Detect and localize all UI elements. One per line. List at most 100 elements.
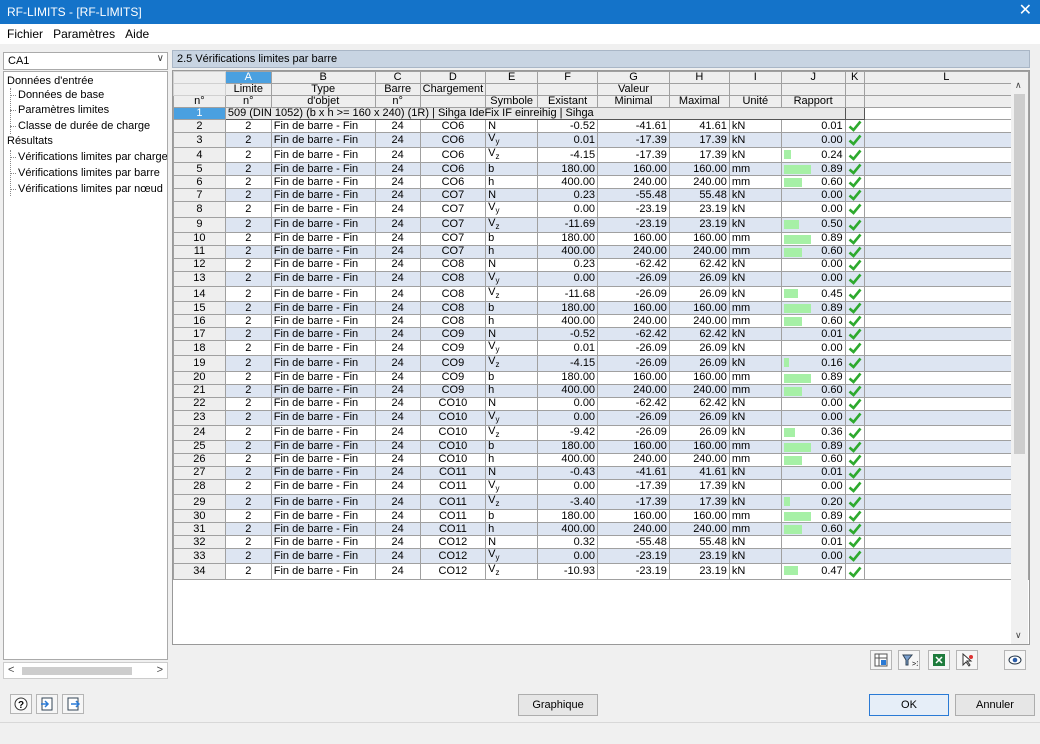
table-row[interactable]: 2 2 Fin de barre - Fin 24 CO6 N -0.52 -41.61 41.…: [173, 119, 1029, 133]
symbol: Vy: [485, 548, 539, 565]
column-letter[interactable]: J: [780, 71, 846, 84]
table-row[interactable]: 25 2 Fin de barre - Fin 24 CO10 b 180.00 160.00…: [173, 439, 1029, 454]
symbol-base: V: [488, 548, 496, 561]
table-row[interactable]: 8 2 Fin de barre - Fin 24 CO7 Vy 0.00 -23.19 23.…: [173, 201, 1029, 218]
table-row[interactable]: 34 2 Fin de barre - Fin 24 CO12 Vz -10.93 -23.1…: [173, 563, 1029, 580]
tree-item-donnees-de-base[interactable]: Données de base: [10, 89, 104, 101]
results-table[interactable]: A B C D E F G H I J K L Limite Type Barre Chargement Val…: [173, 71, 1029, 580]
table-row[interactable]: 33 2 Fin de barre - Fin 24 CO12 Vy 0.00 -23.19 2…: [173, 548, 1029, 565]
table-row[interactable]: 3 2 Fin de barre - Fin 24 CO6 Vy 0.01 -17.39 17.…: [173, 131, 1029, 149]
header-cell: [173, 83, 226, 96]
results-grid[interactable]: A B C D E F G H I J K L Limite Type Barre Chargement Val…: [172, 70, 1030, 645]
column-letter[interactable]: C: [374, 71, 421, 84]
empty-cell: [863, 201, 1029, 218]
table-row[interactable]: 19 2 Fin de barre - Fin 24 CO9 Vz -4.15 -26.09 2…: [173, 355, 1029, 372]
table-row[interactable]: 10 2 Fin de barre - Fin 24 CO7 b 180.00 160.00 1…: [173, 231, 1029, 246]
header-cell: Chargement: [419, 83, 487, 96]
limit-number: 2: [224, 147, 272, 164]
column-letter[interactable]: A: [224, 71, 272, 84]
status-check: [844, 548, 865, 565]
header-cell: [537, 83, 599, 96]
column-letter[interactable]: G: [597, 71, 670, 84]
scroll-left-icon[interactable]: <: [8, 664, 14, 676]
tree-item-verif-barre[interactable]: Vérifications limites par barre: [10, 167, 160, 179]
ok-button[interactable]: OK: [869, 694, 949, 716]
row-number[interactable]: 1: [173, 107, 226, 120]
tree-item-classe-duree[interactable]: Classe de durée de charge: [10, 120, 150, 132]
scroll-thumb[interactable]: [22, 667, 132, 675]
column-letter[interactable]: K: [844, 71, 865, 84]
table-row[interactable]: 27 2 Fin de barre - Fin 24 CO11 N -0.43 -41.61 4…: [173, 465, 1029, 480]
status-check: [844, 355, 865, 372]
group-row[interactable]: 1 509 (DIN 1052) (b x h >= 160 x 240) (1R…: [173, 107, 1029, 120]
existing-value: -0.52: [537, 119, 599, 133]
table-row[interactable]: 23 2 Fin de barre - Fin 24 CO10 Vy 0.00 -26.09 2…: [173, 409, 1029, 426]
ratio: 0.16: [780, 355, 846, 372]
tree-item-verif-noeud[interactable]: Vérifications limites par nœud: [10, 183, 163, 195]
table-row[interactable]: 16 2 Fin de barre - Fin 24 CO8 h 400.00 240.00 2…: [173, 314, 1029, 329]
help-button[interactable]: ?: [10, 694, 32, 714]
filter-button[interactable]: >1: [898, 650, 920, 670]
column-letter[interactable]: E: [485, 71, 539, 84]
menu-fichier[interactable]: Fichier: [0, 24, 43, 41]
table-row[interactable]: 22 2 Fin de barre - Fin 24 CO10 N 0.00 -62.42 62…: [173, 396, 1029, 411]
import-button[interactable]: [36, 694, 58, 714]
empty-cell: [863, 244, 1029, 259]
table-row[interactable]: 32 2 Fin de barre - Fin 24 CO12 N 0.32 -55.48 55…: [173, 535, 1029, 550]
unit: kN: [728, 270, 782, 287]
graphique-button[interactable]: Graphique: [518, 694, 598, 716]
tree-group-results[interactable]: Résultats: [7, 135, 53, 147]
tree-group-input[interactable]: Données d'entrée: [7, 75, 94, 87]
scroll-down-icon[interactable]: ∨: [1015, 630, 1022, 641]
tree-horizontal-scrollbar[interactable]: < >: [3, 662, 168, 679]
scroll-up-icon[interactable]: ∧: [1015, 80, 1022, 91]
symbol: Vz: [485, 285, 539, 303]
table-row[interactable]: 28 2 Fin de barre - Fin 24 CO11 Vy 0.00 -17.39 1…: [173, 478, 1029, 496]
table-row[interactable]: 5 2 Fin de barre - Fin 24 CO6 b 180.00 160.00 16…: [173, 162, 1029, 177]
table-row[interactable]: 29 2 Fin de barre - Fin 24 CO11 Vz -3.40 -17.39…: [173, 494, 1029, 511]
table-row[interactable]: 15 2 Fin de barre - Fin 24 CO8 b 180.00 160.00 1…: [173, 301, 1029, 316]
column-letter[interactable]: D: [419, 71, 487, 84]
scroll-right-icon[interactable]: >: [157, 664, 163, 676]
tree-item-parametres-limites[interactable]: Paramètres limites: [10, 104, 109, 116]
column-letter[interactable]: L: [863, 71, 1029, 84]
column-letter[interactable]: H: [668, 71, 730, 84]
grid-vertical-scrollbar[interactable]: ∧ ∨: [1011, 80, 1028, 644]
table-row[interactable]: 14 2 Fin de barre - Fin 24 CO8 Vz -11.68 -26.09…: [173, 285, 1029, 303]
export-table-button[interactable]: [870, 650, 892, 670]
check-icon: [848, 302, 862, 314]
column-letter[interactable]: B: [270, 71, 376, 84]
close-icon[interactable]: ✕: [1019, 2, 1032, 20]
minimal-value: -41.61: [597, 119, 670, 133]
maximal-value: 23.19: [668, 563, 730, 580]
table-row[interactable]: 30 2 Fin de barre - Fin 24 CO11 b 180.00 160.00…: [173, 509, 1029, 524]
table-row[interactable]: 7 2 Fin de barre - Fin 24 CO7 N 0.23 -55.48 55.4…: [173, 188, 1029, 203]
table-row[interactable]: 31 2 Fin de barre - Fin 24 CO11 h 400.00 240.00…: [173, 522, 1029, 537]
view-button[interactable]: [1004, 650, 1026, 670]
table-row[interactable]: 21 2 Fin de barre - Fin 24 CO9 h 400.00 240.00 2…: [173, 383, 1029, 398]
excel-export-button[interactable]: [928, 650, 950, 670]
table-row[interactable]: 24 2 Fin de barre - Fin 24 CO10 Vz -9.42 -26.09…: [173, 424, 1029, 441]
table-row[interactable]: 11 2 Fin de barre - Fin 24 CO7 h 400.00 240.00 2…: [173, 244, 1029, 259]
table-row[interactable]: 18 2 Fin de barre - Fin 24 CO9 Vy 0.01 -26.09 26…: [173, 340, 1029, 357]
cancel-button[interactable]: Annuler: [955, 694, 1035, 716]
table-row[interactable]: 26 2 Fin de barre - Fin 24 CO10 h 400.00 240.00…: [173, 452, 1029, 467]
table-row[interactable]: 17 2 Fin de barre - Fin 24 CO9 N -0.52 -62.42 62…: [173, 327, 1029, 342]
scroll-thumb[interactable]: [1014, 94, 1025, 454]
table-row[interactable]: 13 2 Fin de barre - Fin 24 CO8 Vy 0.00 -26.09 26…: [173, 270, 1029, 287]
table-row[interactable]: 4 2 Fin de barre - Fin 24 CO6 Vz -4.15 -17.39 17…: [173, 147, 1029, 164]
menu-parametres[interactable]: Paramètres: [46, 24, 115, 41]
empty-cell: [863, 478, 1029, 496]
table-row[interactable]: 6 2 Fin de barre - Fin 24 CO6 h 400.00 240.00 24…: [173, 175, 1029, 190]
export-button[interactable]: [62, 694, 84, 714]
table-row[interactable]: 12 2 Fin de barre - Fin 24 CO8 N 0.23 -62.42 62.…: [173, 257, 1029, 272]
column-letter[interactable]: F: [537, 71, 599, 84]
table-row[interactable]: 20 2 Fin de barre - Fin 24 CO9 b 180.00 160.00 1…: [173, 370, 1029, 385]
column-letter[interactable]: I: [728, 71, 782, 84]
pointer-select-button[interactable]: [956, 650, 978, 670]
object-type: Fin de barre - Fin: [270, 383, 376, 398]
menu-aide[interactable]: Aide: [118, 24, 149, 41]
case-select[interactable]: CA1 ∨: [3, 52, 168, 70]
table-row[interactable]: 9 2 Fin de barre - Fin 24 CO7 Vz -11.69 -23.19 2…: [173, 216, 1029, 233]
tree-item-verif-chargement[interactable]: Vérifications limites par charger: [10, 151, 167, 163]
